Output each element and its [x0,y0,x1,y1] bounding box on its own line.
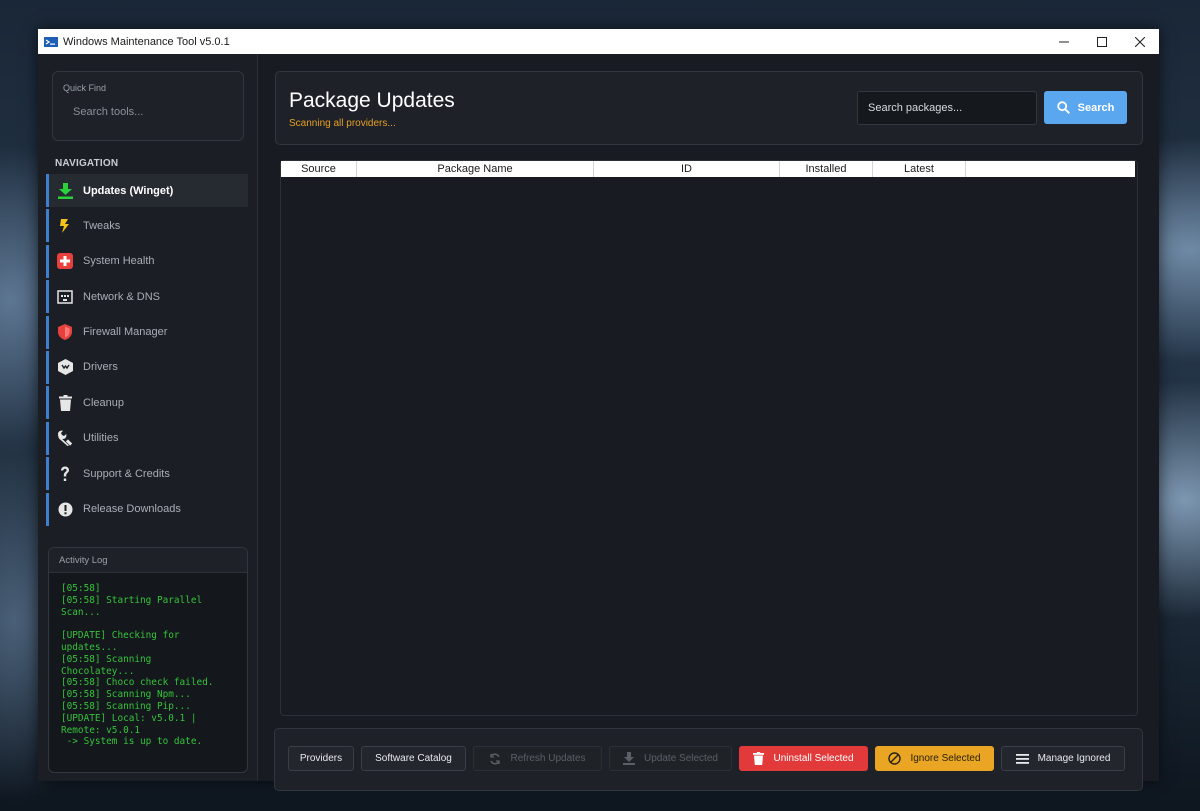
search-button[interactable]: Search [1044,91,1127,124]
column-header-installed[interactable]: Installed [780,161,873,177]
sidebar-item-system-health[interactable]: System Health [46,244,248,278]
health-cross-icon [57,253,73,270]
minimize-icon [1059,41,1069,42]
sidebar-item-updates-winget[interactable]: Updates (Winget) [46,174,248,207]
ignore-selected-button-label: Ignore Selected [910,753,981,764]
action-bar: Providers Software Catalog Refresh Updat… [274,728,1143,791]
refresh-updates-button-label: Refresh Updates [510,753,586,764]
scan-status: Scanning all providers... [289,118,396,129]
sidebar-item-label: Network & DNS [83,290,161,303]
quick-find-label: Quick Find [63,83,107,93]
sidebar-item-label: Updates (Winget) [83,184,174,197]
providers-button-label: Providers [299,753,343,764]
sidebar-item-tweaks[interactable]: Tweaks [46,209,248,243]
window-title: Windows Maintenance Tool v5.0.1 [63,35,230,48]
trash-icon [57,394,73,411]
search-icon [1056,101,1070,114]
activity-log-panel: Activity Log [05:58] [05:58] Starting Pa… [48,547,248,773]
question-icon [57,466,73,482]
sidebar: Quick Find NAVIGATION Updates (Winget) T… [38,54,258,781]
ignore-selected-button[interactable]: Ignore Selected [875,746,994,771]
quick-find-panel: Quick Find [52,71,244,141]
uninstall-selected-button[interactable]: Uninstall Selected [739,746,868,771]
sidebar-item-label: System Health [83,255,155,268]
minimize-button[interactable] [1045,29,1083,54]
window-controls [1045,29,1159,54]
uninstall-selected-button-label: Uninstall Selected [773,753,854,764]
page-title: Package Updates [289,89,455,112]
sidebar-item-support-credits[interactable]: Support & Credits [46,457,248,491]
table-header: Source Package Name ID Installed Latest [281,161,1135,177]
sidebar-item-label: Firewall Manager [83,326,168,339]
column-header-id[interactable]: ID [594,161,780,177]
sidebar-item-cleanup[interactable]: Cleanup [46,386,248,420]
update-selected-button[interactable]: Update Selected [609,746,732,771]
wrench-icon [57,430,73,447]
main-content: Package Updates Scanning all providers..… [257,54,1159,791]
sidebar-item-utilities[interactable]: Utilities [46,421,248,455]
trash-icon [753,752,765,765]
close-icon [1135,36,1145,47]
sidebar-item-label: Tweaks [83,219,121,232]
refresh-updates-button[interactable]: Refresh Updates [473,746,602,771]
navigation-list: Updates (Winget) Tweaks System Health Ne… [46,174,248,528]
header-panel: Package Updates Scanning all providers..… [275,71,1143,145]
providers-button[interactable]: Providers [288,746,354,771]
activity-log-title: Activity Log [49,548,247,573]
title-bar[interactable]: Windows Maintenance Tool v5.0.1 [38,29,1159,54]
shield-icon [57,324,73,341]
column-header-package-name[interactable]: Package Name [357,161,594,177]
activity-log-text[interactable]: [05:58] [05:58] Starting Parallel Scan..… [49,573,247,748]
info-icon [57,501,73,517]
close-button[interactable] [1121,29,1159,54]
sidebar-item-network-dns[interactable]: Network & DNS [46,280,248,314]
maximize-button[interactable] [1083,29,1121,54]
download-icon [57,182,73,199]
maximize-icon [1097,36,1107,47]
quick-find-input[interactable] [63,100,233,124]
manage-ignored-button-label: Manage Ignored [1037,753,1111,764]
package-search-input[interactable] [857,91,1037,125]
column-header-source[interactable]: Source [281,161,357,177]
column-header-latest[interactable]: Latest [873,161,966,177]
ignore-icon [888,752,902,765]
sidebar-item-label: Utilities [83,432,119,445]
app-icon [44,36,58,47]
sidebar-item-label: Support & Credits [83,467,170,480]
download-icon [623,752,636,765]
app-window: Windows Maintenance Tool v5.0.1 Quick Fi… [38,29,1159,791]
sidebar-item-label: Drivers [83,361,118,374]
sidebar-item-release-downloads[interactable]: Release Downloads [46,492,248,526]
refresh-icon [490,753,501,764]
driver-icon [57,359,73,376]
sidebar-item-firewall-manager[interactable]: Firewall Manager [46,315,248,349]
sidebar-item-drivers[interactable]: Drivers [46,350,248,384]
sidebar-item-label: Cleanup [83,396,124,409]
network-icon [57,289,73,305]
navigation-header: NAVIGATION [55,158,119,169]
search-button-label: Search [1077,101,1115,114]
lightning-icon [57,218,73,234]
list-icon [1015,753,1029,764]
manage-ignored-button[interactable]: Manage Ignored [1001,746,1125,771]
software-catalog-button-label: Software Catalog [375,753,452,764]
sidebar-item-label: Release Downloads [83,503,181,516]
update-selected-button-label: Update Selected [644,753,718,764]
software-catalog-button[interactable]: Software Catalog [361,746,466,771]
package-table[interactable]: Source Package Name ID Installed Latest [280,160,1138,716]
column-header-filler [966,161,1135,177]
